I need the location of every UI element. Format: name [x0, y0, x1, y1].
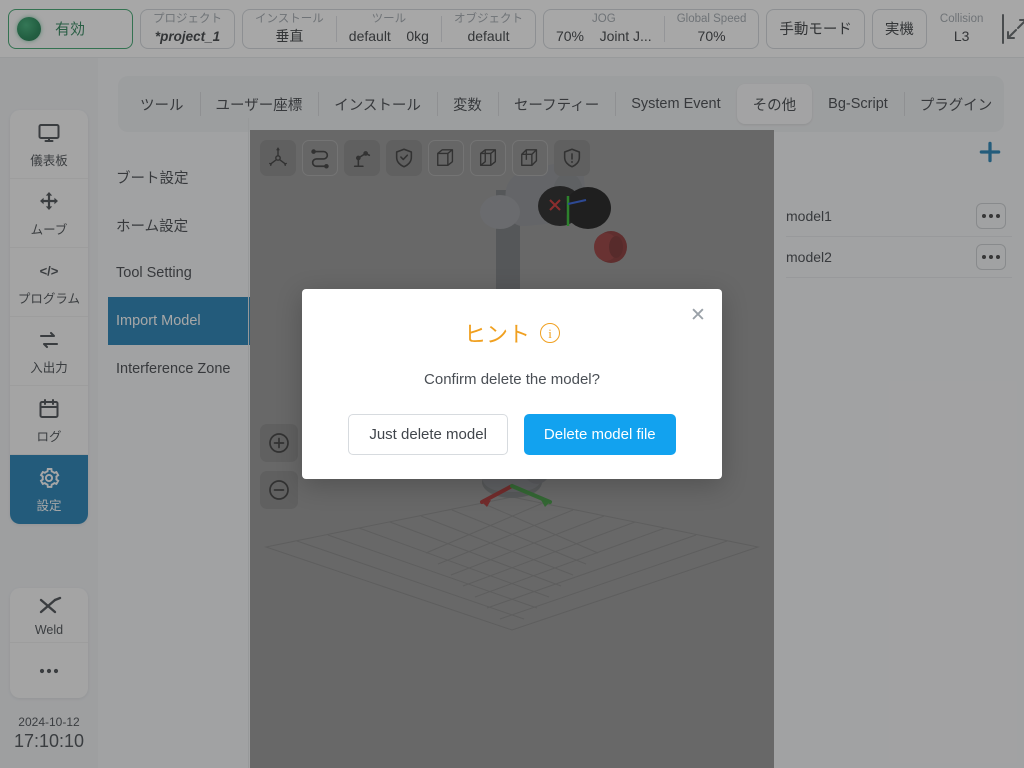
confirm-delete-dialog: ✕ ヒント i Confirm delete the model? Just d… [302, 289, 722, 479]
just-delete-model-button[interactable]: Just delete model [348, 414, 508, 455]
dialog-actions: Just delete model Delete model file [302, 414, 722, 455]
close-icon[interactable]: ✕ [688, 306, 708, 327]
info-icon: i [540, 323, 560, 343]
application-root: 有効 プロジェクト *project_1 インストール 垂直 ツール defau… [0, 0, 1024, 768]
delete-model-file-button[interactable]: Delete model file [523, 414, 676, 455]
dialog-message: Confirm delete the model? [424, 371, 600, 388]
dialog-title-text: ヒント [463, 322, 530, 347]
dialog-title: ヒント i [302, 317, 722, 349]
